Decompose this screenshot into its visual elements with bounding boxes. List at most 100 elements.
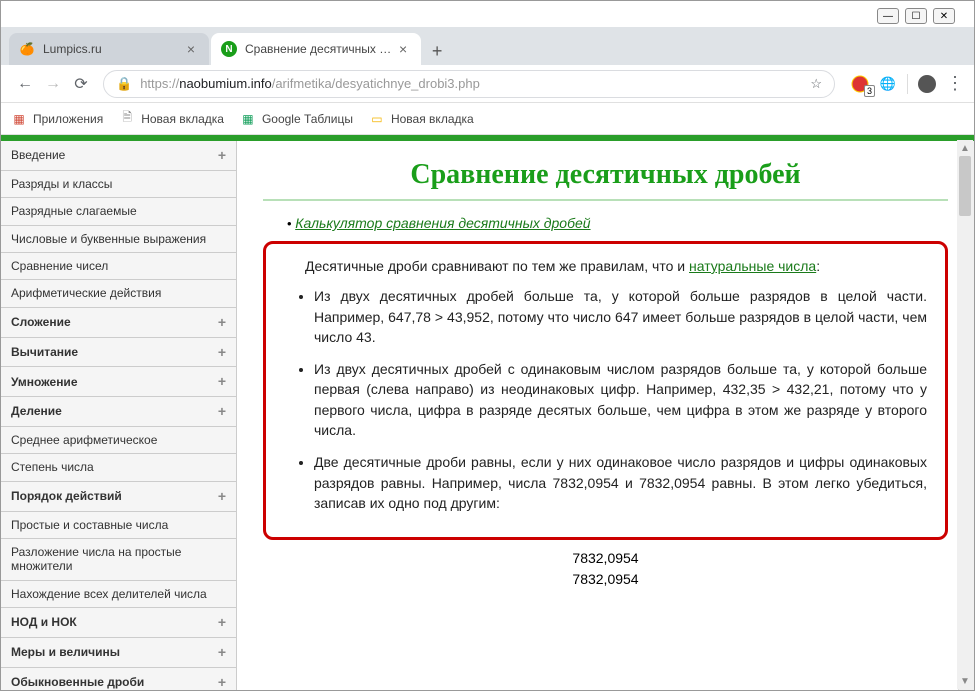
bookmark-label: Приложения	[33, 112, 103, 126]
sidebar-item[interactable]: Обыкновенные дроби +	[1, 668, 236, 690]
scroll-down-arrow[interactable]: ▼	[957, 673, 973, 689]
number-line: 7832,0954	[263, 569, 948, 590]
sidebar-item-label: Разрядные слагаемые	[11, 204, 137, 218]
bookmark-label: Google Таблицы	[262, 112, 353, 126]
sidebar-item[interactable]: Деление +	[1, 397, 236, 427]
expand-icon[interactable]: +	[218, 403, 226, 420]
page-icon: 🗎	[119, 111, 135, 127]
tab-naobumium[interactable]: N Сравнение десятичных дробей ×	[211, 33, 421, 65]
close-window-button[interactable]: ✕	[933, 8, 955, 24]
tab-label: Сравнение десятичных дробей	[245, 42, 395, 56]
extension-badge: 3	[864, 85, 875, 97]
bullet-icon: •	[287, 216, 292, 231]
sidebar-item[interactable]: Сложение+	[1, 308, 236, 338]
expand-icon[interactable]: +	[218, 373, 226, 390]
bookmark-newtab1[interactable]: 🗎 Новая вкладка	[119, 111, 224, 127]
sidebar-item[interactable]: Среднее арифметическое	[1, 427, 236, 454]
main-content: Сравнение десятичных дробей • Калькулято…	[237, 141, 974, 690]
sidebar-item-label: Сравнение чисел	[11, 259, 108, 273]
rule-item: Из двух десятичных дробей больше та, у к…	[314, 286, 927, 347]
sidebar-item[interactable]: Сравнение чисел	[1, 253, 236, 280]
title-underline	[263, 199, 948, 201]
tab-lumpics[interactable]: 🍊 Lumpics.ru ×	[9, 33, 209, 65]
number-line: 7832,0954	[263, 548, 948, 569]
profile-avatar[interactable]	[918, 75, 936, 93]
expand-icon[interactable]: +	[218, 614, 226, 631]
sidebar-item[interactable]: Разряды и классы	[1, 171, 236, 198]
expand-icon[interactable]: +	[218, 344, 226, 361]
sidebar-item[interactable]: Введение+	[1, 141, 236, 171]
calculator-link-row: • Калькулятор сравнения десятичных дробе…	[287, 215, 948, 231]
scroll-track[interactable]	[957, 156, 973, 673]
sidebar-item[interactable]: Степень числа	[1, 454, 236, 481]
minimize-button[interactable]: —	[877, 8, 899, 24]
expand-icon[interactable]: +	[218, 674, 226, 690]
extension-icon-1[interactable]: 3	[851, 75, 869, 93]
tab-close-icon[interactable]: ×	[183, 41, 199, 57]
scroll-up-arrow[interactable]: ▲	[957, 140, 973, 156]
sidebar-item[interactable]: Порядок действий +	[1, 482, 236, 512]
reload-button[interactable]: ⟳	[67, 70, 95, 98]
window-scrollbar[interactable]: ▲ ▼	[957, 140, 973, 689]
sidebar-item[interactable]: Простые и составные числа	[1, 512, 236, 539]
sidebar-nav: Введение+Разряды и классы Разрядные слага…	[1, 141, 237, 690]
example-numbers: 7832,0954 7832,0954	[263, 548, 948, 590]
expand-icon[interactable]: +	[218, 488, 226, 505]
tab-close-icon[interactable]: ×	[395, 41, 411, 57]
bookmark-apps[interactable]: ▦ Приложения	[11, 111, 103, 127]
bookmark-label: Новая вкладка	[391, 112, 474, 126]
page-title: Сравнение десятичных дробей	[263, 159, 948, 191]
apps-icon: ▦	[11, 111, 27, 127]
sidebar-item[interactable]: НОД и НОК+	[1, 608, 236, 638]
sidebar-item-label: Нахождение всех делителей числа	[11, 587, 207, 601]
intro-paragraph: Десятичные дроби сравнивают по тем же пр…	[284, 256, 927, 276]
sidebar-item[interactable]: Меры и величины +	[1, 638, 236, 668]
maximize-button[interactable]: ☐	[905, 8, 927, 24]
calculator-link[interactable]: Калькулятор сравнения десятичных дробей	[295, 215, 590, 231]
bookmark-label: Новая вкладка	[141, 112, 224, 126]
sidebar-item-label: Среднее арифметическое	[11, 433, 157, 447]
sidebar-item-label: Разложение числа на простые множители	[11, 545, 226, 574]
back-button[interactable]: ←	[11, 70, 39, 98]
sidebar-item-label: Арифметические действия	[11, 286, 161, 300]
rule-item: Две десятичные дроби равны, если у них о…	[314, 452, 927, 513]
forward-button[interactable]: →	[39, 70, 67, 98]
favicon-lumpics: 🍊	[19, 41, 35, 57]
bookmark-sheets[interactable]: ▦Google Таблицы	[240, 111, 353, 127]
new-tab-button[interactable]: +	[423, 37, 451, 65]
sidebar-item-label: Порядок действий	[11, 489, 122, 503]
sidebar-item[interactable]: Разрядные слагаемые	[1, 198, 236, 225]
expand-icon[interactable]: +	[218, 644, 226, 661]
bookmark-newtab2[interactable]: ▭ Новая вкладка	[369, 111, 474, 127]
sidebar-item-label: Обыкновенные дроби	[11, 675, 144, 689]
tab-label: Lumpics.ru	[43, 42, 102, 56]
bookmark-star-icon[interactable]: ☆	[810, 76, 822, 92]
sidebar-item[interactable]: Нахождение всех делителей числа	[1, 581, 236, 608]
menu-icon[interactable]: ⋮	[946, 75, 964, 93]
sidebar-item-label: Меры и величины	[11, 645, 120, 659]
page-body: Введение+Разряды и классы Разрядные слага…	[1, 141, 974, 690]
url-host: naobumium.info	[179, 76, 272, 91]
sidebar-item[interactable]: Арифметические действия	[1, 280, 236, 307]
url-protocol: https://	[140, 76, 179, 91]
separator	[907, 74, 908, 94]
bookmark-bar: ▦ Приложения 🗎 Новая вкладка ▦Google Табли…	[1, 103, 974, 135]
globe-icon[interactable]: 🌐	[879, 75, 897, 93]
sidebar-item-label: Деление	[11, 404, 62, 418]
sidebar-item-label: Простые и составные числа	[11, 518, 168, 532]
scrollbar-thumb[interactable]	[959, 156, 971, 216]
sidebar-item[interactable]: Вычитание+	[1, 338, 236, 368]
rule-item: Из двух десятичных дробей с одинаковым ч…	[314, 359, 927, 440]
tab-strip: 🍊 Lumpics.ru × N Сравнение десятичных др…	[1, 27, 974, 65]
sidebar-item-label: Степень числа	[11, 460, 94, 474]
expand-icon[interactable]: +	[218, 314, 226, 331]
sidebar-item[interactable]: Умножение +	[1, 367, 236, 397]
page-icon: ▭	[369, 111, 385, 127]
sidebar-item-label: Умножение	[11, 375, 78, 389]
natural-numbers-link[interactable]: натуральные числа	[689, 258, 816, 274]
sidebar-item[interactable]: Разложение числа на простые множители	[1, 539, 236, 581]
sidebar-item[interactable]: Числовые и буквенные выражения	[1, 226, 236, 253]
url-input[interactable]: 🔒 https://naobumium.info/arifmetika/desy…	[103, 70, 835, 98]
expand-icon[interactable]: +	[218, 147, 226, 164]
highlight-box: Десятичные дроби сравнивают по тем же пр…	[263, 241, 948, 540]
